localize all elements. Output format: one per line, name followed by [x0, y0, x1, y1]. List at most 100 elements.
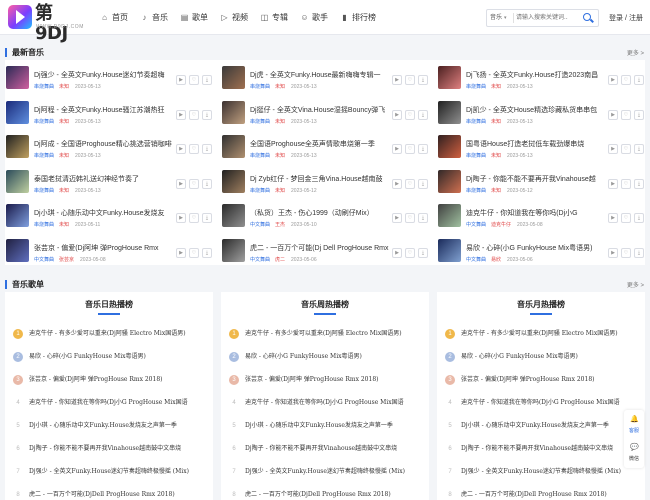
song-cover[interactable]: [6, 100, 29, 124]
float-item-1[interactable]: 💬 微信: [624, 441, 644, 467]
song-genre[interactable]: 串烧舞曲: [34, 84, 54, 90]
chart-row[interactable]: 8 虎二 - 一百万个可能(DjDell ProgHouse Rmx 2018): [13, 488, 209, 500]
song-artist[interactable]: 未知: [275, 119, 285, 125]
song-artist[interactable]: 未知: [59, 222, 69, 228]
nav-item-2[interactable]: ▤ 歌单: [180, 0, 208, 35]
song-genre[interactable]: 串烧舞曲: [34, 119, 54, 125]
favorite-icon[interactable]: ♡: [405, 213, 415, 224]
song-cover[interactable]: [6, 204, 29, 228]
chart-row[interactable]: 3 张芸京 - 偏爱(Dj阿坤 弹ProgHouse Rmx 2018): [13, 373, 209, 387]
play-icon[interactable]: ▶: [608, 178, 618, 189]
song-title[interactable]: Dj强少 - 全英文Funky.House迷幻节奏超嗨: [34, 70, 174, 80]
chart-song-title[interactable]: Dj强少 - 全英文Funky.House迷幻节奏超嗨终极慢摇 (Mix): [29, 467, 209, 477]
song-item[interactable]: 迪克牛仔 - 你知道我在等你吗(Dj小G 中文舞曲 迪克牛仔 2023-05-08 ▶ ♡…: [437, 203, 645, 233]
chart-row[interactable]: 4 迪克牛仔 - 你知道我在等你吗(Dj小G ProgHouse Mix国语: [445, 396, 641, 410]
song-item[interactable]: Dj阿成 - 全国语Proghouse精心挑选营销咖啡 串烧舞曲 未知 2023-05…: [5, 134, 213, 164]
chart-song-title[interactable]: 虎二 - 一百万个可能(DjDell ProgHouse Rmx 2018): [245, 490, 425, 500]
chart-row[interactable]: 5 Dj小琪 - 心随乐动中文Funky.House发烧友之声第一季: [445, 419, 641, 433]
song-genre[interactable]: 中文舞曲: [466, 222, 486, 228]
song-genre[interactable]: 串烧舞曲: [466, 84, 486, 90]
chart-song-title[interactable]: 易欣 - 心碎(小G FunkyHouse Mix粤语男): [29, 352, 209, 362]
play-icon[interactable]: ▶: [176, 248, 186, 258]
search-icon[interactable]: [580, 11, 596, 25]
song-genre[interactable]: 串烧舞曲: [34, 222, 54, 228]
chart-song-title[interactable]: Dj小琪 - 心随乐动中文Funky.House发烧友之声第一季: [29, 421, 209, 431]
chart-row[interactable]: 4 迪克牛仔 - 你知道我在等你吗(Dj小G ProgHouse Mix国语: [229, 396, 425, 410]
song-title[interactable]: Dj阿程 - 全英文Funky.House骚江苏潮热狂: [34, 105, 174, 115]
search-input[interactable]: [516, 12, 568, 24]
song-artist[interactable]: 未知: [59, 84, 69, 90]
download-icon[interactable]: ⤓: [202, 248, 212, 258]
song-title[interactable]: Dj飞扬 - 全英文Funky.House打造2023南昌: [466, 70, 606, 80]
song-cover[interactable]: [6, 239, 29, 262]
song-item[interactable]: 易欣 - 心碎(小G FunkyHouse Mix粤语男) 中文舞曲 易欣 2023-…: [437, 238, 645, 268]
favorite-icon[interactable]: ♡: [621, 178, 631, 189]
chart-row[interactable]: 7 Dj强少 - 全英文Funky.House迷幻节奏超嗨终极慢摇 (Mix): [13, 465, 209, 479]
song-cover[interactable]: [438, 100, 461, 124]
download-icon[interactable]: ⤓: [634, 75, 644, 85]
play-icon[interactable]: ▶: [608, 248, 618, 258]
chart-row[interactable]: 6 Dj陶子 - 你能不能不要再开我Vinahouse越南鼓中文串烧: [229, 442, 425, 456]
song-genre[interactable]: 串烧舞曲: [34, 188, 54, 194]
song-genre[interactable]: 串烧舞曲: [466, 153, 486, 159]
chart-row[interactable]: 6 Dj陶子 - 你能不能不要再开我Vinahouse越南鼓中文串烧: [13, 442, 209, 456]
chart-row[interactable]: 1 迪克牛仔 - 有多少爱可以重来(Dj阿骚 Electro Mix国语男): [445, 327, 641, 341]
play-icon[interactable]: ▶: [608, 75, 618, 85]
song-cover[interactable]: [222, 239, 245, 262]
favorite-icon[interactable]: ♡: [621, 248, 631, 258]
nav-item-3[interactable]: ▷ 视频: [220, 0, 248, 35]
song-artist[interactable]: 未知: [491, 119, 501, 125]
favorite-icon[interactable]: ♡: [621, 109, 631, 120]
song-genre[interactable]: 串烧舞曲: [250, 84, 270, 90]
download-icon[interactable]: ⤓: [418, 109, 428, 120]
download-icon[interactable]: ⤓: [634, 248, 644, 258]
play-icon[interactable]: ▶: [608, 213, 618, 224]
song-item[interactable]: 虎二 - 一百万个可能(Dj Dell ProgHouse Rmx 中文舞曲 虎二 2…: [221, 238, 429, 268]
register-link[interactable]: 注册: [629, 15, 643, 22]
favorite-icon[interactable]: ♡: [189, 213, 199, 224]
favorite-icon[interactable]: ♡: [405, 75, 415, 85]
nav-item-0[interactable]: ⌂ 首页: [100, 0, 128, 35]
chart-song-title[interactable]: Dj小琪 - 心随乐动中文Funky.House发烧友之声第一季: [461, 421, 641, 431]
song-item[interactable]: 全国语Proghouse全英声情歌串烧第一季 串烧舞曲 未知 2023-05-13 ▶ ♡…: [221, 134, 429, 164]
song-genre[interactable]: 串烧舞曲: [466, 188, 486, 194]
song-artist[interactable]: 张芸京: [59, 257, 74, 263]
song-item[interactable]: Dj飞扬 - 全英文Funky.House打造2023南昌 串烧舞曲 未知 2023-…: [437, 65, 645, 95]
song-item[interactable]: Dj凯少 - 全英文House精选珍藏私货串串包 串烧舞曲 未知 2023-05-13…: [437, 100, 645, 130]
nav-item-1[interactable]: ♪ 音乐: [140, 0, 169, 35]
play-icon[interactable]: ▶: [608, 144, 618, 155]
song-title[interactable]: 全国语Proghouse全英声情歌串烧第一季: [250, 139, 390, 149]
chart-row[interactable]: 8 虎二 - 一百万个可能(DjDell ProgHouse Rmx 2018): [445, 488, 641, 500]
chart-song-title[interactable]: 易欣 - 心碎(小G FunkyHouse Mix粤语男): [461, 352, 641, 362]
song-cover[interactable]: [6, 135, 29, 159]
chart-song-title[interactable]: Dj陶子 - 你能不能不要再开我Vinahouse越南鼓中文串烧: [29, 444, 209, 454]
login-link[interactable]: 登录: [609, 15, 623, 22]
play-icon[interactable]: ▶: [176, 213, 186, 224]
nav-item-5[interactable]: ☺ 歌手: [300, 0, 328, 35]
chart-row[interactable]: 7 Dj强少 - 全英文Funky.House迷幻节奏超嗨终极慢摇 (Mix): [445, 465, 641, 479]
song-item[interactable]: 泰国老挝清迈韩礼送幻神经节奏了 串烧舞曲 未知 2023-05-13 ▶ ♡ ⤓: [5, 169, 213, 199]
chart-row[interactable]: 4 迪克牛仔 - 你知道我在等你吗(Dj小G ProgHouse Mix国语: [13, 396, 209, 410]
chart-row[interactable]: 2 易欣 - 心碎(小G FunkyHouse Mix粤语男): [13, 350, 209, 364]
download-icon[interactable]: ⤓: [418, 144, 428, 155]
song-cover[interactable]: [222, 169, 245, 193]
song-item[interactable]: Dj陶子 - 你能不能不要再开我Vinahouse越 串烧舞曲 未知 2023-05-…: [437, 169, 645, 199]
song-title[interactable]: 泰国老挝清迈韩礼送幻神经节奏了: [34, 174, 174, 184]
nav-item-6[interactable]: ▮ 排行榜: [340, 0, 376, 35]
song-artist[interactable]: 迪克牛仔: [491, 222, 511, 228]
song-cover[interactable]: [438, 135, 461, 159]
chart-row[interactable]: 1 迪克牛仔 - 有多少爱可以重来(Dj阿骚 Electro Mix国语男): [13, 327, 209, 341]
song-artist[interactable]: 未知: [491, 84, 501, 90]
chart-row[interactable]: 6 Dj陶子 - 你能不能不要再开我Vinahouse越南鼓中文串烧: [445, 442, 641, 456]
song-genre[interactable]: 串烧舞曲: [250, 153, 270, 159]
favorite-icon[interactable]: ♡: [621, 75, 631, 85]
play-icon[interactable]: ▶: [608, 109, 618, 120]
favorite-icon[interactable]: ♡: [405, 109, 415, 120]
chart-song-title[interactable]: 迪克牛仔 - 有多少爱可以重来(Dj阿骚 Electro Mix国语男): [461, 329, 641, 339]
song-artist[interactable]: 未知: [59, 188, 69, 194]
song-cover[interactable]: [6, 169, 29, 193]
chart-song-title[interactable]: 易欣 - 心碎(小G FunkyHouse Mix粤语男): [245, 352, 425, 362]
song-genre[interactable]: 中文舞曲: [34, 257, 54, 263]
chart-row[interactable]: 5 Dj小琪 - 心随乐动中文Funky.House发烧友之声第一季: [13, 419, 209, 433]
download-icon[interactable]: ⤓: [202, 109, 212, 120]
